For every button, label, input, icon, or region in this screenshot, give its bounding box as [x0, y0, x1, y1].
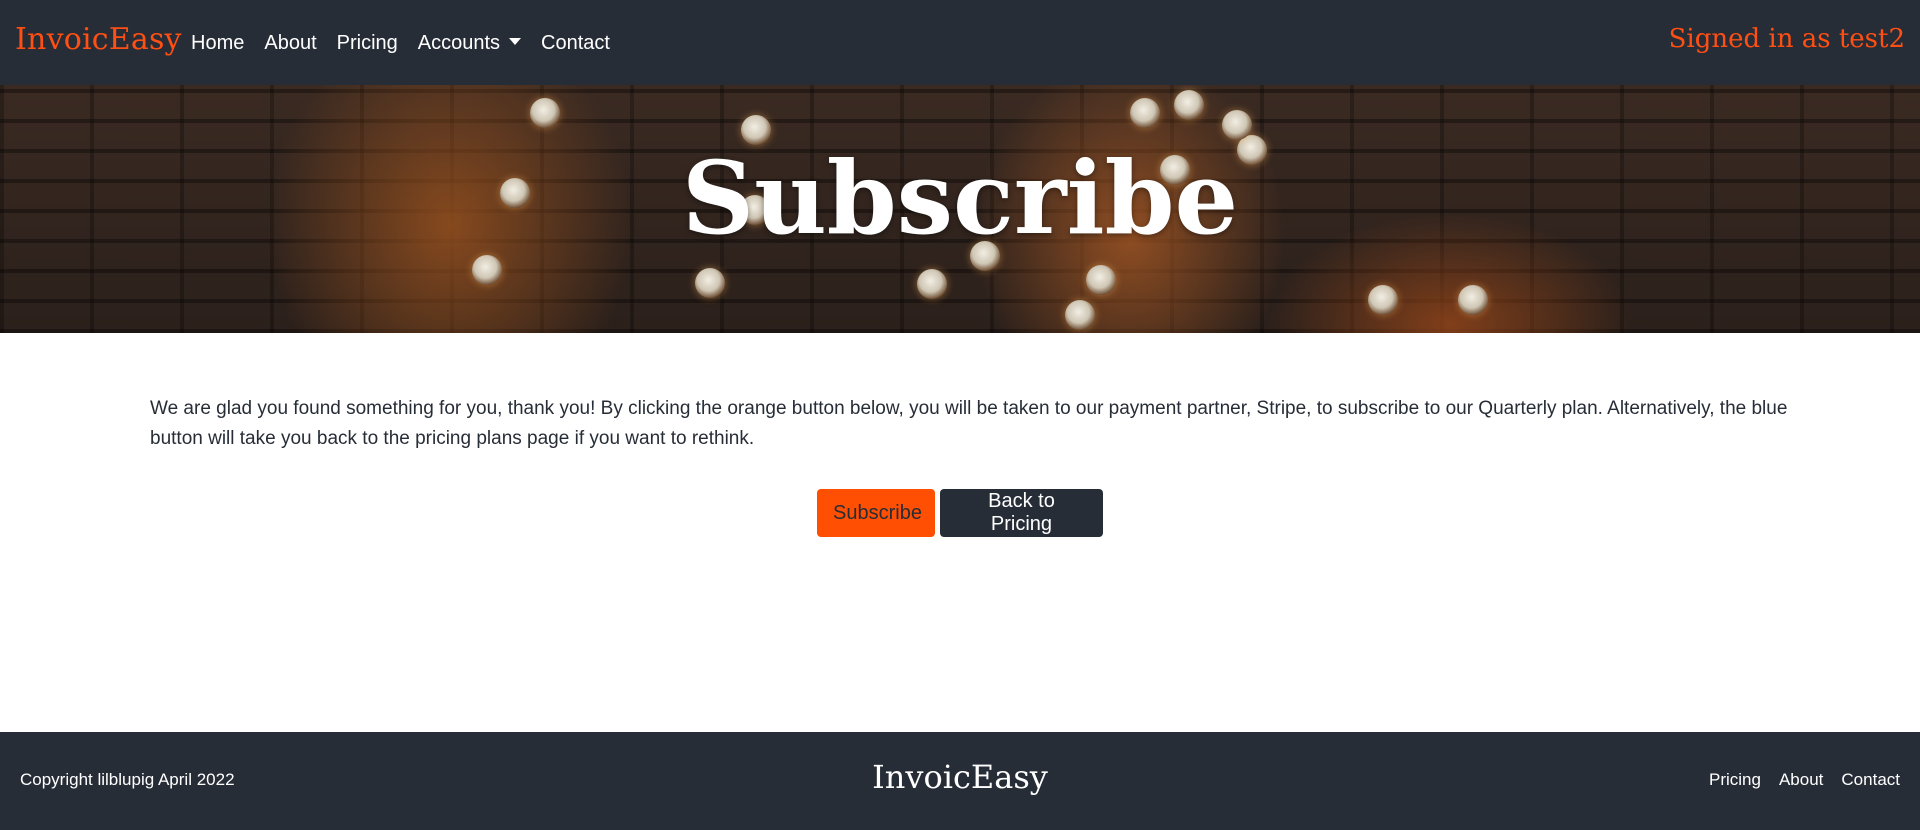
footer-link-about[interactable]: About	[1779, 770, 1823, 790]
nav-link-about[interactable]: About	[264, 31, 316, 55]
marquee-bulb-icon	[1065, 300, 1095, 330]
marquee-bulb-icon	[1174, 90, 1204, 120]
marquee-bulb-icon	[695, 268, 725, 298]
top-navbar: InvoicEasy Home About Pricing Accounts C…	[0, 0, 1920, 85]
page-title: Subscribe	[681, 139, 1239, 257]
footer-link-pricing[interactable]: Pricing	[1709, 770, 1761, 790]
intro-text: We are glad you found something for you,…	[150, 398, 1788, 449]
intro-section: We are glad you found something for you,…	[150, 394, 1800, 454]
button-group: Subscribe Back to Pricing	[0, 489, 1920, 537]
caret-down-icon	[509, 37, 522, 45]
marquee-bulb-icon	[917, 269, 947, 299]
nav-link-contact[interactable]: Contact	[541, 31, 610, 55]
footer-link-contact[interactable]: Contact	[1841, 770, 1900, 790]
subscribe-button[interactable]: Subscribe	[817, 489, 935, 537]
footer-links: Pricing About Contact	[1709, 770, 1900, 790]
nav-dropdown-accounts-label: Accounts	[417, 32, 501, 54]
brand-logo[interactable]: InvoicEasy	[15, 22, 182, 57]
nav-link-pricing[interactable]: Pricing	[337, 31, 398, 55]
marquee-bulb-icon	[1368, 285, 1398, 315]
hero-banner: Subscribe	[0, 85, 1920, 333]
nav-links: Home About Pricing Accounts Contact	[191, 31, 630, 55]
marquee-bulb-icon	[530, 98, 560, 128]
marquee-bulb-icon	[1130, 98, 1160, 128]
marquee-bulb-icon	[1458, 285, 1488, 315]
signed-in-status: Signed in as test2	[1668, 24, 1905, 54]
nav-dropdown-accounts[interactable]: Accounts	[417, 31, 522, 55]
footer: Copyright lilblupig April 2022 InvoicEas…	[0, 732, 1920, 830]
back-to-pricing-button[interactable]: Back to Pricing	[940, 489, 1103, 537]
marquee-bulb-icon	[1086, 265, 1116, 295]
nav-link-home[interactable]: Home	[191, 31, 244, 55]
footer-brand-logo: InvoicEasy	[872, 758, 1048, 796]
